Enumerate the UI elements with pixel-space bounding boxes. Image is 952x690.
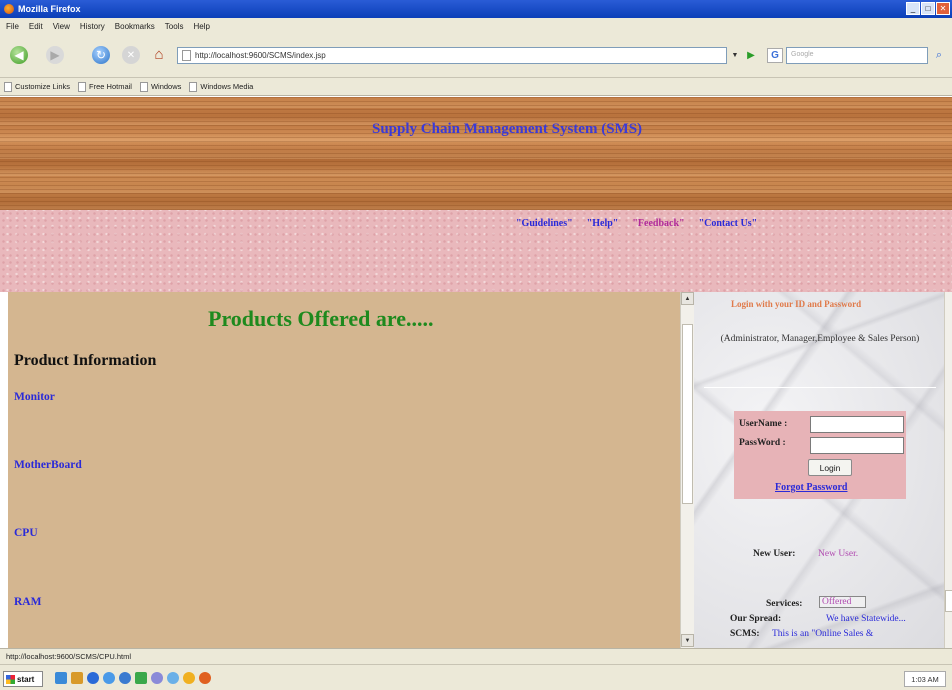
- page-icon: [189, 81, 198, 92]
- menu-tools[interactable]: Tools: [165, 22, 184, 31]
- stop-button[interactable]: ✕: [122, 46, 140, 64]
- spread-label: Our Spread:: [730, 614, 782, 624]
- ie-icon[interactable]: [103, 672, 115, 684]
- firefox-icon: [4, 4, 14, 14]
- bookmarks-toolbar: Customize Links Free Hotmail Windows Win…: [0, 78, 952, 96]
- messenger-icon[interactable]: [151, 672, 163, 684]
- show-desktop-icon[interactable]: [55, 672, 67, 684]
- status-text: http://localhost:9600/SCMS/CPU.html: [6, 652, 132, 661]
- help-link[interactable]: "Help": [587, 218, 619, 229]
- bookmark-windows-media[interactable]: Windows Media: [189, 81, 254, 92]
- smiley-icon[interactable]: [183, 672, 195, 684]
- search-engine-icon[interactable]: G: [767, 48, 783, 63]
- guidelines-link[interactable]: "Guidelines": [516, 218, 573, 229]
- product-link-monitor[interactable]: Monitor: [14, 391, 55, 403]
- bookmark-free-hotmail[interactable]: Free Hotmail: [78, 81, 132, 92]
- page-icon: [139, 81, 148, 92]
- ie-icon[interactable]: [87, 672, 99, 684]
- chat-icon[interactable]: [167, 672, 179, 684]
- navigation-toolbar: ◀ ▶ ↻ ✕ ⌂ http://localhost:9600/SCMS/ind…: [0, 34, 952, 78]
- menu-view[interactable]: View: [53, 22, 70, 31]
- sidebar-scrollbar[interactable]: [944, 292, 952, 648]
- contact-us-link[interactable]: "Contact Us": [699, 218, 758, 229]
- settings-icon[interactable]: [71, 672, 83, 684]
- product-link-cpu[interactable]: CPU: [14, 527, 38, 539]
- status-bar: http://localhost:9600/SCMS/CPU.html: [0, 648, 952, 664]
- start-button[interactable]: start: [3, 671, 43, 687]
- site-title: Supply Chain Management System (SMS): [372, 121, 643, 137]
- feedback-link[interactable]: "Feedback": [632, 218, 684, 229]
- menu-edit[interactable]: Edit: [29, 22, 43, 31]
- firefox-icon[interactable]: [199, 672, 211, 684]
- bookmark-label: Windows Media: [200, 82, 254, 91]
- password-label: PassWord :: [739, 438, 786, 448]
- window-title-bar[interactable]: Mozilla Firefox _ □ ✕: [0, 0, 952, 18]
- product-link-ram[interactable]: RAM: [14, 596, 41, 608]
- address-dropdown-icon[interactable]: ▼: [729, 48, 741, 63]
- scroll-thumb[interactable]: [945, 590, 952, 612]
- scms-link[interactable]: This is an "Online Sales &: [772, 629, 873, 639]
- window-title: Mozilla Firefox: [18, 4, 81, 14]
- close-button[interactable]: ✕: [936, 2, 950, 15]
- scroll-up-icon[interactable]: ▲: [681, 292, 694, 305]
- search-icon[interactable]: ⌕: [930, 47, 948, 64]
- reload-button[interactable]: ↻: [92, 46, 110, 64]
- login-button[interactable]: Login: [808, 459, 852, 476]
- page-heading: Products Offered are.....: [208, 306, 434, 331]
- services-label: Services:: [766, 599, 803, 609]
- new-user-label: New User:: [753, 549, 796, 559]
- windows-logo-icon: [6, 674, 15, 684]
- menu-help[interactable]: Help: [193, 22, 209, 31]
- bookmark-label: Free Hotmail: [89, 82, 132, 91]
- spread-link[interactable]: We have Statewide...: [826, 614, 906, 624]
- scroll-thumb[interactable]: [682, 324, 693, 504]
- roles-text: (Administrator, Manager,Employee & Sales…: [720, 334, 920, 344]
- page-icon: [182, 50, 191, 61]
- ie-icon[interactable]: [119, 672, 131, 684]
- menu-file[interactable]: File: [6, 22, 19, 31]
- login-prompt: Login with your ID and Password: [731, 299, 862, 309]
- back-button[interactable]: ◀: [10, 46, 28, 64]
- services-link[interactable]: Offered: [819, 596, 867, 608]
- username-field[interactable]: [810, 416, 904, 433]
- main-scrollbar[interactable]: ▲ ▼: [680, 292, 694, 648]
- quick-launch: [55, 672, 211, 684]
- password-field[interactable]: [810, 437, 904, 454]
- page-icon: [78, 81, 87, 92]
- menu-history[interactable]: History: [80, 22, 105, 31]
- address-url: http://localhost:9600/SCMS/index.jsp: [195, 51, 326, 60]
- window-controls: _ □ ✕: [906, 2, 950, 15]
- bookmark-label: Customize Links: [15, 82, 71, 91]
- divider: [704, 387, 936, 388]
- username-label: UserName :: [739, 419, 788, 429]
- new-user-link[interactable]: New User.: [818, 549, 858, 559]
- header-banner: [0, 97, 952, 210]
- main-content-panel: [8, 292, 680, 648]
- minimize-button[interactable]: _: [906, 2, 920, 15]
- maximize-button[interactable]: □: [921, 2, 935, 15]
- bookmark-windows[interactable]: Windows: [139, 81, 182, 92]
- go-button[interactable]: ▶: [744, 48, 758, 63]
- product-link-motherboard[interactable]: MotherBoard: [14, 459, 82, 471]
- bookmark-label: Windows: [150, 82, 182, 91]
- scms-label: SCMS:: [730, 629, 760, 639]
- scroll-down-icon[interactable]: ▼: [681, 634, 694, 647]
- clock: 1:03 AM: [904, 671, 946, 687]
- forward-button[interactable]: ▶: [46, 46, 64, 64]
- forgot-password-link[interactable]: Forgot Password: [775, 482, 848, 493]
- bookmark-customize-links[interactable]: Customize Links: [4, 81, 71, 92]
- section-heading: Product Information: [14, 352, 157, 369]
- app-icon[interactable]: [135, 672, 147, 684]
- address-bar[interactable]: http://localhost:9600/SCMS/index.jsp: [177, 47, 727, 64]
- home-icon[interactable]: ⌂: [150, 46, 168, 64]
- page-icon: [4, 81, 12, 92]
- start-label: start: [17, 674, 35, 684]
- taskbar: start 1:03 AM: [0, 664, 952, 690]
- menu-bookmarks[interactable]: Bookmarks: [115, 22, 155, 31]
- search-input[interactable]: Google: [786, 47, 928, 64]
- menu-bar: File Edit View History Bookmarks Tools H…: [0, 18, 952, 34]
- top-nav-links: "Guidelines" "Help" "Feedback" "Contact …: [516, 218, 757, 229]
- nav-links-banner: [0, 210, 952, 292]
